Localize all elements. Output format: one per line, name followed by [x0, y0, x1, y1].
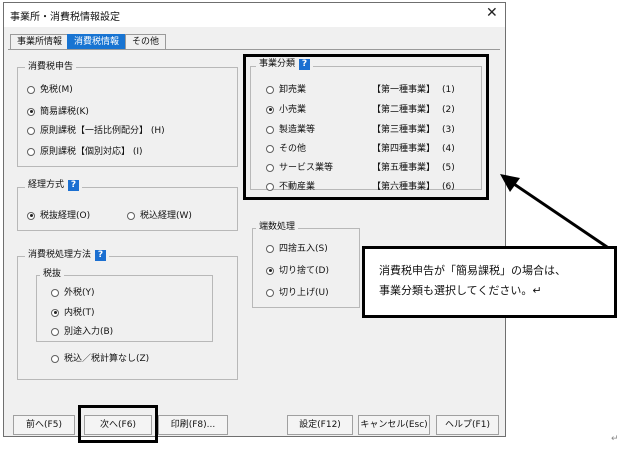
- window-title: 事業所・消費税情報設定: [10, 12, 120, 23]
- radio-button[interactable]: [27, 85, 35, 94]
- accounting-legend: 経理方式?: [25, 180, 83, 191]
- tax-method-option-included[interactable]: 税込／税計算なし(Z): [51, 353, 149, 365]
- callout-line-2: 事業分類も選択してください。↵: [379, 284, 542, 297]
- radio-button-selected[interactable]: [266, 266, 274, 275]
- rounding-legend: 端数処理: [256, 222, 299, 233]
- rounding-option-floor[interactable]: 切り捨て(D): [266, 265, 329, 277]
- tab-consumption-tax[interactable]: 消費税情報: [67, 34, 127, 49]
- close-icon[interactable]: ✕: [486, 5, 498, 21]
- tax-return-option-simplified[interactable]: 簡易課税(K): [27, 106, 89, 118]
- business-category-highlight: [243, 54, 489, 200]
- callout-arrow-line: [507, 178, 611, 251]
- tab-office-info[interactable]: 事業所情報: [10, 34, 70, 49]
- radio-button[interactable]: [27, 147, 35, 156]
- rounding-option-round[interactable]: 四捨五入(S): [266, 243, 328, 255]
- radio-button[interactable]: [51, 288, 59, 297]
- tax-return-option-principle-lump[interactable]: 原則課税【一括比例配分】 (H): [27, 125, 165, 137]
- radio-button[interactable]: [127, 211, 135, 220]
- accounting-group: [17, 187, 238, 231]
- tab-divider: [8, 49, 500, 50]
- tab-other[interactable]: その他: [125, 34, 167, 49]
- radio-button[interactable]: [51, 354, 59, 363]
- callout-arrow-head: [500, 174, 520, 192]
- tax-method-option-inner[interactable]: 内税(T): [51, 307, 95, 319]
- next-button-highlight: [78, 405, 158, 443]
- tax-excluded-legend: 税抜: [40, 269, 65, 280]
- print-button[interactable]: 印刷(F8)...: [158, 415, 228, 435]
- accounting-option-tax-excluded[interactable]: 税抜経理(O): [27, 210, 90, 222]
- radio-button-selected[interactable]: [51, 308, 59, 317]
- help-icon[interactable]: ?: [68, 180, 80, 191]
- tax-method-option-separate[interactable]: 別途入力(B): [51, 326, 113, 338]
- accounting-option-tax-included[interactable]: 税込経理(W): [127, 210, 192, 222]
- radio-button-selected[interactable]: [27, 107, 35, 116]
- help-button[interactable]: ヘルプ(F1): [436, 415, 499, 435]
- paragraph-mark: ↵: [611, 434, 619, 444]
- settings-button[interactable]: 設定(F12): [287, 415, 353, 435]
- tax-method-legend: 消費税処理方法?: [25, 250, 110, 261]
- prev-button[interactable]: 前へ(F5): [13, 415, 75, 435]
- help-icon[interactable]: ?: [95, 250, 107, 261]
- radio-button[interactable]: [266, 288, 274, 297]
- radio-button-selected[interactable]: [27, 211, 35, 220]
- radio-button[interactable]: [266, 244, 274, 253]
- radio-button[interactable]: [27, 126, 35, 135]
- rounding-option-ceil[interactable]: 切り上げ(U): [266, 287, 329, 299]
- callout-arrow: [500, 174, 611, 251]
- tax-return-option-exempt[interactable]: 免税(M): [27, 84, 73, 96]
- tax-method-option-outer[interactable]: 外税(Y): [51, 287, 95, 299]
- radio-button[interactable]: [51, 327, 59, 336]
- cancel-button[interactable]: キャンセル(Esc): [358, 415, 430, 435]
- tax-return-legend: 消費税申告: [25, 62, 77, 73]
- tax-return-option-principle-individual[interactable]: 原則課税【個別対応】 (I): [27, 146, 143, 158]
- callout-note: 消費税申告が「簡易課税」の場合は、 事業分類も選択してください。↵: [362, 246, 617, 318]
- callout-line-1: 消費税申告が「簡易課税」の場合は、: [379, 264, 566, 277]
